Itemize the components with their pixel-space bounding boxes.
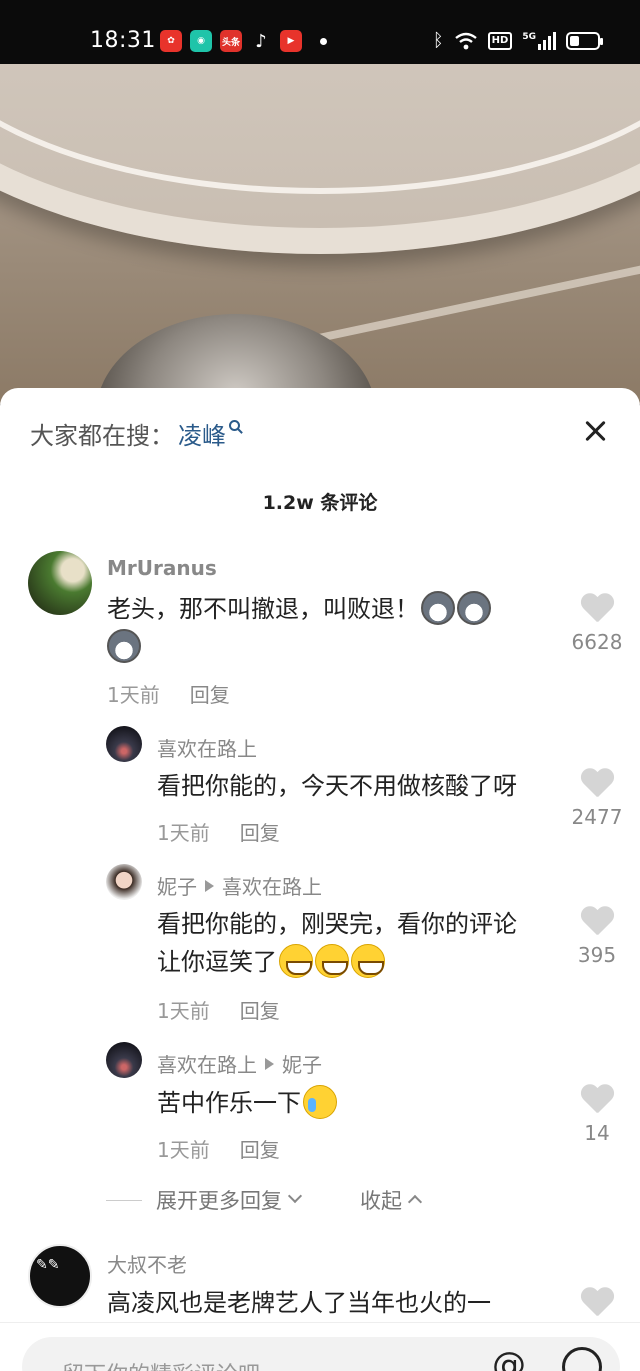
status-time: 18:31 — [90, 28, 156, 53]
avatar-art: ✎✎ — [36, 1257, 60, 1273]
reply-text-line2: 让你逗笑了 — [157, 948, 277, 976]
reply-to-username[interactable]: 妮子 — [282, 1049, 322, 1078]
search-keyword-link[interactable]: 凌峰 — [178, 416, 226, 451]
reply-to-username[interactable]: 喜欢在路上 — [222, 871, 322, 900]
reply-username[interactable]: 喜欢在路上 妮子 — [157, 1049, 322, 1078]
app-icon-2: ◉ — [190, 30, 212, 52]
like-button[interactable]: 6628 — [562, 594, 632, 654]
expand-label: 展开更多回复 — [156, 1189, 282, 1213]
chevron-up-icon — [407, 1194, 423, 1210]
comment-input-bar: 留下你的精彩评论吧 @ — [0, 1322, 640, 1371]
search-prefix: 大家都在搜： — [30, 422, 174, 450]
bluetooth-icon: ᛒ — [432, 30, 444, 51]
chevron-down-icon — [287, 1188, 303, 1204]
reply-meta: 1天前 回复 — [157, 995, 280, 1024]
reply-to-arrow-icon — [205, 879, 214, 892]
mention-icon[interactable]: @ — [492, 1345, 526, 1371]
avatar[interactable] — [28, 551, 92, 615]
toutiao-icon: 头条 — [220, 30, 242, 52]
tears-of-joy-emoji-icon — [303, 1085, 337, 1119]
search-icon — [229, 420, 240, 431]
username-text: 喜欢在路上 — [157, 1053, 257, 1077]
wifi-icon — [454, 32, 477, 49]
username-text: 喜欢在路上 — [157, 737, 257, 761]
heart-icon — [580, 769, 614, 799]
comment-text: 高凌风也是老牌艺人了当年也火的一 — [107, 1289, 491, 1317]
collapse-label: 收起 — [360, 1189, 402, 1213]
heart-icon — [580, 907, 614, 937]
more-dot-icon — [320, 37, 327, 45]
video-player[interactable] — [0, 64, 640, 404]
reply-to-arrow-icon — [265, 1057, 274, 1070]
reply-username[interactable]: 喜欢在路上 — [157, 733, 257, 762]
comments-panel: 大家都在搜： 凌峰 1.2w 条评论 MrUranus 老头，那不叫撤退，叫败退… — [0, 388, 640, 1371]
reply-meta: 1天前 回复 — [157, 817, 280, 846]
reply-button[interactable]: 回复 — [240, 995, 280, 1024]
expand-more-replies-button[interactable]: 展开更多回复 — [156, 1185, 303, 1215]
input-placeholder: 留下你的精彩评论吧 — [62, 1357, 260, 1371]
comment-username[interactable]: 大叔不老 — [107, 1249, 187, 1278]
reply-body: 苦中作乐一下 — [157, 1089, 301, 1117]
status-indicators: ᛒ HD 5G — [432, 30, 603, 51]
heart-icon — [580, 1288, 614, 1318]
reply-text-line1: 看把你能的，刚哭完，看你的评论 — [157, 910, 517, 938]
grin-emoji-icon — [315, 944, 349, 978]
like-count: 6628 — [571, 630, 623, 654]
husky-emoji-icon — [421, 591, 455, 625]
reply-text: 看把你能的，刚哭完，看你的评论 让你逗笑了 — [157, 905, 567, 981]
like-button[interactable] — [562, 1288, 632, 1318]
trending-search[interactable]: 大家都在搜： 凌峰 — [30, 416, 240, 451]
video-app-icon: ▶ — [280, 30, 302, 52]
reply-time: 1天前 — [157, 1138, 210, 1162]
avatar[interactable] — [106, 864, 142, 900]
grin-emoji-icon — [279, 944, 313, 978]
avatar[interactable]: ✎✎ — [28, 1244, 92, 1308]
reply-time: 1天前 — [157, 821, 210, 845]
battery-icon — [566, 31, 603, 50]
like-button[interactable]: 14 — [562, 1085, 632, 1145]
comment-meta: 1天前 回复 — [107, 679, 230, 708]
reply-time: 1天前 — [157, 999, 210, 1023]
reply-button[interactable]: 回复 — [240, 817, 280, 846]
signal-label: 5G — [522, 31, 536, 42]
reply-text: 看把你能的，今天不用做核酸了呀 — [157, 772, 517, 800]
collapse-replies-button[interactable]: 收起 — [360, 1185, 423, 1215]
husky-emoji-icon — [107, 629, 141, 663]
comment-time: 1天前 — [107, 683, 160, 707]
username-text: 大叔不老 — [107, 1253, 187, 1277]
reply-button[interactable]: 回复 — [190, 679, 230, 708]
reply-username[interactable]: 妮子 喜欢在路上 — [157, 871, 322, 900]
like-button[interactable]: 2477 — [562, 769, 632, 829]
comment-input[interactable]: 留下你的精彩评论吧 — [22, 1337, 620, 1371]
reply-button[interactable]: 回复 — [240, 1134, 280, 1163]
close-button[interactable] — [584, 420, 606, 442]
reply-meta: 1天前 回复 — [157, 1134, 280, 1163]
comment-count: 1.2w 条评论 — [262, 492, 378, 514]
divider — [106, 1199, 142, 1201]
comment-username[interactable]: MrUranus — [107, 556, 217, 580]
reply-text: 苦中作乐一下 — [157, 1084, 557, 1122]
husky-emoji-icon — [457, 591, 491, 625]
heart-icon — [580, 594, 614, 624]
username-text: MrUranus — [107, 556, 217, 580]
replies-controls: 展开更多回复 收起 — [106, 1185, 506, 1215]
signal-icon: 5G — [522, 31, 556, 50]
notification-icons: ✿ ◉ 头条 ♪ ▶ — [160, 30, 327, 52]
like-count: 14 — [584, 1121, 610, 1145]
comment-text: 老头，那不叫撤退，叫败退！ — [107, 590, 537, 666]
avatar[interactable] — [106, 1042, 142, 1078]
status-bar: 18:31 ✿ ◉ 头条 ♪ ▶ ᛒ HD 5G — [0, 0, 640, 64]
grin-emoji-icon — [351, 944, 385, 978]
hd-icon: HD — [487, 31, 513, 50]
like-count: 395 — [577, 943, 617, 967]
comment-body: 老头，那不叫撤退，叫败退！ — [107, 595, 419, 623]
like-count: 2477 — [571, 805, 623, 829]
app-icon-1: ✿ — [160, 30, 182, 52]
heart-icon — [580, 1085, 614, 1115]
like-button[interactable]: 395 — [562, 907, 632, 967]
avatar[interactable] — [106, 726, 142, 762]
username-text: 妮子 — [157, 875, 197, 899]
tiktok-icon: ♪ — [255, 30, 267, 52]
